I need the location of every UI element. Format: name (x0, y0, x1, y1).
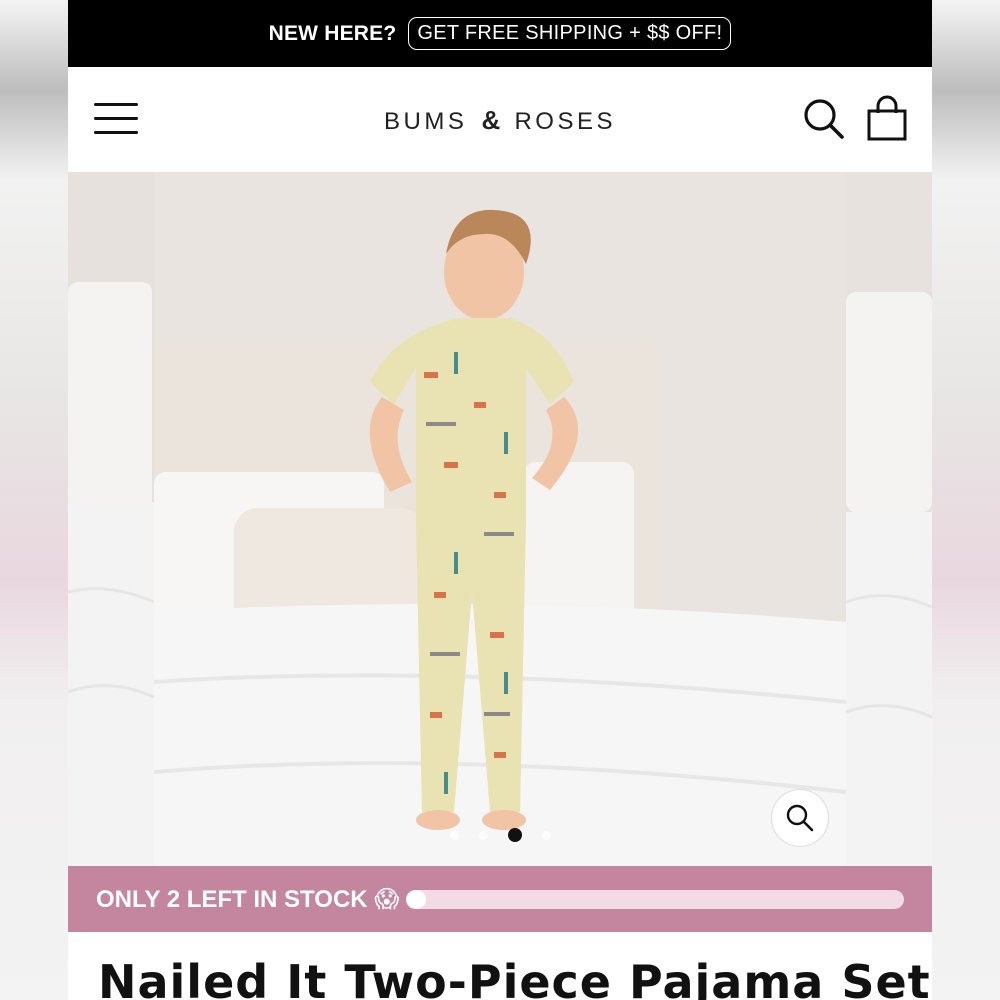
product-image-gallery[interactable] (68, 172, 932, 866)
zoom-icon[interactable] (772, 790, 828, 846)
slide-dot[interactable] (479, 830, 488, 840)
logo-text-left: BUMS (384, 108, 468, 135)
stock-progress-fill (406, 890, 426, 909)
announcement-lead: NEW HERE? (268, 21, 397, 45)
stock-progress-bar (406, 890, 904, 909)
product-title: Nailed It Two-Piece Pajama Set - (98, 955, 932, 1000)
stock-message: ONLY 2 LEFT IN STOCK (96, 885, 368, 913)
slide-dot[interactable] (508, 828, 522, 842)
shocked-face-emoji: 😱 (374, 885, 400, 913)
slide-dot[interactable] (542, 830, 551, 840)
next-slide-image[interactable] (846, 172, 932, 866)
logo-ampersand: & (481, 105, 501, 135)
logo-text-right: ROSES (514, 108, 616, 135)
slide-indicator (450, 828, 551, 842)
previous-slide-image[interactable] (68, 172, 154, 866)
product-photo-boy-in-tool-print-pajamas[interactable] (154, 172, 846, 866)
mobile-page: NEW HERE? GET FREE SHIPPING + $$ OFF! BU… (68, 0, 932, 1000)
shopping-bag-icon[interactable] (866, 95, 908, 141)
site-header: BUMS & ROSES (68, 67, 932, 172)
stock-text: ONLY 2 LEFT IN STOCK 😱 (96, 885, 399, 914)
free-shipping-offer-link[interactable]: GET FREE SHIPPING + $$ OFF! (408, 17, 732, 50)
search-icon[interactable] (802, 97, 846, 141)
slide-dot[interactable] (450, 830, 459, 840)
stock-banner: ONLY 2 LEFT IN STOCK 😱 (68, 866, 932, 932)
announcement-bar[interactable]: NEW HERE? GET FREE SHIPPING + $$ OFF! (68, 0, 932, 67)
